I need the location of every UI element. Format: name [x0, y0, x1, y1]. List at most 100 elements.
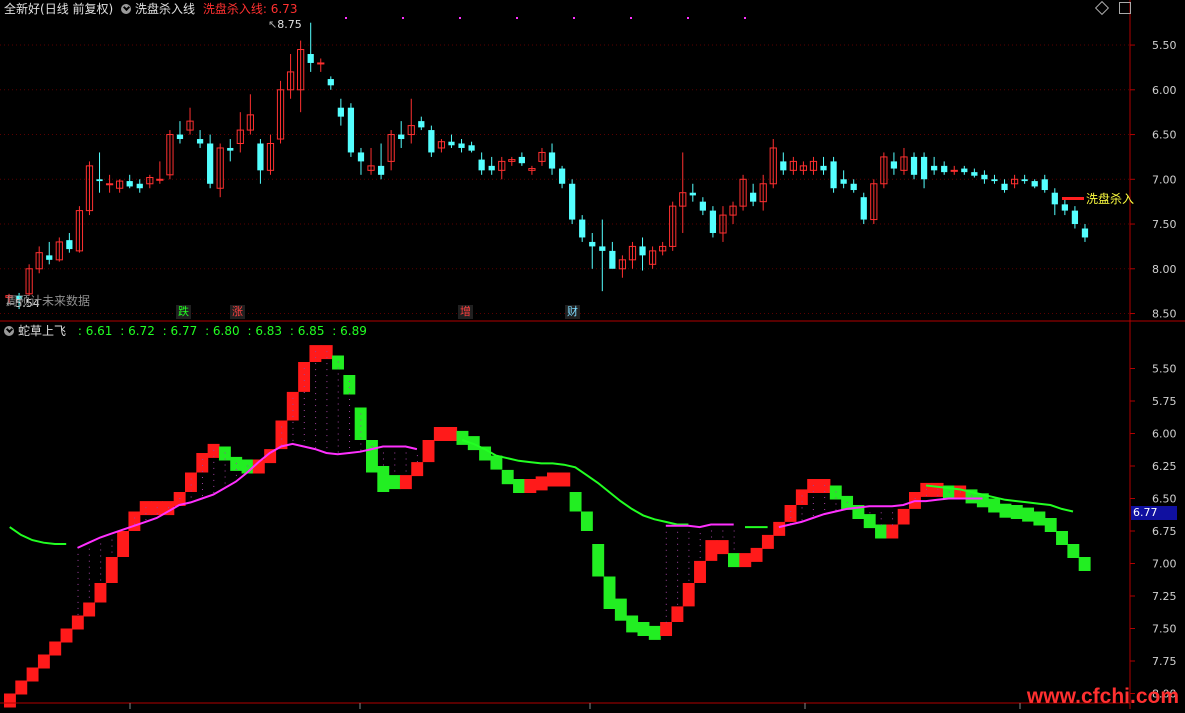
step-block-down — [1067, 544, 1080, 558]
dot-fill — [337, 361, 339, 363]
dot-fill — [349, 435, 351, 436]
dot-fill — [326, 393, 328, 395]
event-marker-finance[interactable]: 财 — [565, 305, 580, 319]
dot-fill — [292, 397, 294, 399]
dot-fill — [405, 464, 407, 466]
dot-fill — [801, 519, 803, 521]
dot-fill — [201, 483, 203, 484]
event-marker-fall[interactable]: 跌 — [176, 305, 191, 319]
dot-fill — [213, 491, 215, 493]
dot-fill — [665, 531, 667, 533]
dot-fill — [337, 427, 339, 429]
candle-body-down — [750, 192, 757, 202]
dot-fill — [349, 441, 351, 442]
dot-fill — [360, 443, 362, 445]
dot-fill — [665, 537, 667, 539]
candle-body-down — [398, 134, 405, 140]
dot-fill — [100, 555, 102, 557]
dot-fill — [677, 591, 679, 593]
dot-fill — [326, 405, 328, 407]
event-marker-rise[interactable]: 涨 — [230, 305, 245, 319]
dot-fill — [77, 601, 79, 603]
dot-fill — [801, 495, 803, 497]
step-block-up — [15, 680, 28, 695]
candle-body-down — [418, 121, 425, 128]
sub-value-6: : 6.85 — [289, 324, 325, 338]
step-block-down — [343, 375, 356, 395]
dot-fill — [880, 512, 882, 514]
candle-body-down — [458, 143, 465, 148]
sub-value-1: : 6.61 — [77, 324, 113, 338]
dot-fill — [665, 585, 667, 587]
dot-fill — [677, 573, 679, 575]
step-block-down — [501, 469, 514, 485]
dot-fill — [665, 603, 667, 605]
candle-body-down — [1081, 228, 1089, 238]
candle-body-down — [1041, 179, 1048, 191]
bottom-tick-label: 6.50 — [1152, 493, 1177, 506]
event-marker-increase[interactable]: 增 — [458, 305, 473, 319]
maximize-icon[interactable] — [1119, 2, 1131, 14]
dot-fill — [77, 553, 79, 555]
candle-body-down — [830, 161, 837, 189]
candle-body-down — [227, 147, 234, 151]
dot-fill — [213, 449, 215, 451]
dot-fill — [688, 573, 690, 575]
dot-fill — [303, 386, 305, 387]
step-block-up — [761, 534, 774, 549]
dot-fill — [190, 484, 192, 486]
candle-body-down — [589, 241, 596, 247]
candle-body-down — [96, 179, 103, 182]
step-block-up — [535, 476, 548, 491]
bottom-tick-label: 5.75 — [1152, 395, 1177, 408]
dot-fill — [733, 530, 735, 532]
dot-fill — [394, 464, 396, 466]
dot-fill — [201, 471, 203, 472]
dot-fill — [303, 392, 305, 393]
candle-body-down — [548, 152, 556, 169]
indicator-value: 洗盘杀入线: 6.73 — [202, 2, 298, 16]
dot-fill — [665, 543, 667, 545]
dot-fill — [77, 559, 79, 561]
dot-fill — [337, 421, 339, 423]
candle-body-up — [156, 178, 164, 181]
candle-body-up — [950, 169, 958, 172]
sub-indicator-toggle-icon[interactable] — [4, 326, 14, 336]
dot-fill — [394, 458, 396, 460]
candle-body-down — [558, 168, 566, 184]
high-price-label: ↖8.75 — [268, 18, 302, 31]
dot-fill — [190, 478, 192, 480]
step-block-down — [648, 625, 661, 640]
indicator-toggle-icon[interactable] — [121, 4, 132, 14]
dot-fill — [733, 542, 735, 544]
dot-fill — [948, 491, 950, 493]
dot-fill — [824, 485, 826, 486]
step-block-down — [626, 615, 639, 633]
dot-fill — [846, 501, 848, 503]
dot-fill — [326, 411, 328, 413]
dot-fill — [337, 415, 339, 417]
green-line — [461, 439, 689, 526]
sub-indicator-name[interactable]: 蛇草上飞 — [18, 324, 66, 338]
dot-fill — [281, 426, 283, 428]
dot-fill — [326, 369, 328, 371]
top-marker-dot — [345, 17, 347, 19]
dot-fill — [77, 577, 79, 579]
stock-name: 全新好 — [4, 2, 41, 16]
price-axes: 8.508.007.507.006.506.005.508.007.757.50… — [0, 0, 1185, 709]
dot-fill — [315, 405, 317, 407]
dot-fill — [156, 507, 158, 509]
step-series — [4, 345, 1091, 708]
dot-fill — [100, 561, 102, 563]
candle-body-down — [890, 161, 898, 169]
indicator-name[interactable]: 洗盘杀入线 — [135, 2, 195, 16]
candle-body-down — [579, 219, 586, 238]
dot-fill — [349, 399, 351, 400]
dot-fill — [349, 393, 351, 394]
dot-fill — [869, 512, 871, 514]
dot-fill — [677, 531, 679, 533]
step-block-up — [694, 560, 706, 583]
dot-fill — [315, 351, 317, 353]
dot-fill — [303, 434, 305, 435]
dot-fill — [337, 397, 339, 399]
